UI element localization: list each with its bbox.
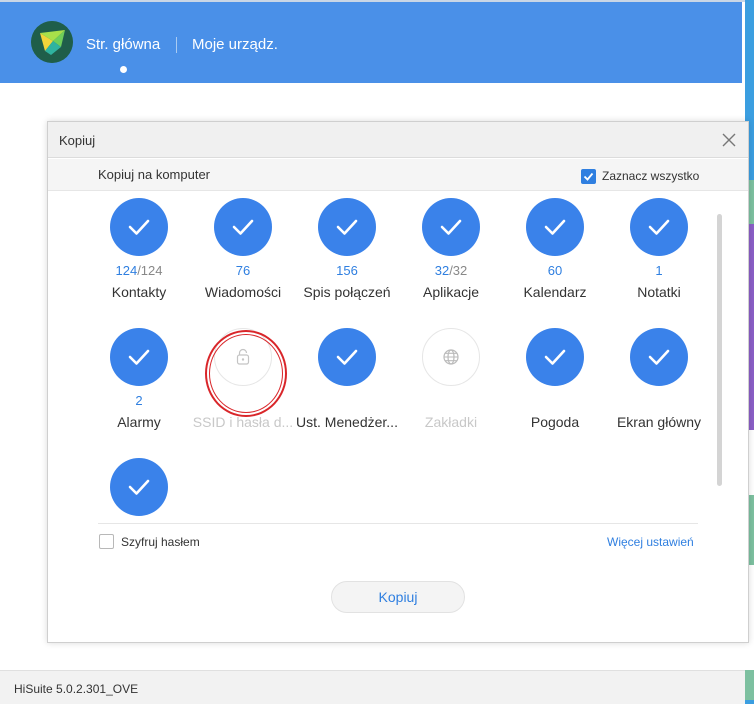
data-type-item-aplikacje[interactable]: 32/32 Aplikacje — [399, 192, 503, 302]
item-count: 1 — [655, 263, 663, 278]
data-type-item-pogoda[interactable]: Pogoda — [503, 322, 607, 432]
red-annotation-circle — [205, 330, 287, 417]
item-count: 124/124 — [115, 263, 163, 278]
encrypt-with-password-checkbox[interactable]: Szyfruj hasłem — [99, 534, 200, 549]
close-icon[interactable] — [720, 131, 738, 149]
item-label: Alarmy — [117, 414, 161, 430]
select-all-label: Zaznacz wszystko — [602, 169, 700, 183]
check-icon[interactable] — [422, 198, 480, 256]
select-all-checkbox[interactable]: Zaznacz wszystko — [581, 167, 699, 185]
check-icon[interactable] — [110, 198, 168, 256]
data-type-item-alarmy[interactable]: 2 Alarmy — [87, 322, 191, 432]
copy-dialog: Kopiuj Kopiuj na komputer Zaznacz wszyst… — [47, 121, 749, 643]
data-type-item-kontakty[interactable]: 124/124 Kontakty — [87, 192, 191, 302]
scrollbar-thumb[interactable] — [717, 214, 722, 486]
data-type-item-zak-adki: Zakładki — [399, 322, 503, 432]
copy-button[interactable]: Kopiuj — [331, 581, 465, 613]
check-icon[interactable] — [110, 458, 168, 516]
item-label: Ekran główny — [616, 414, 702, 430]
item-label: Ust. Menedżer... — [296, 414, 398, 430]
divider — [98, 523, 698, 524]
check-icon[interactable] — [630, 198, 688, 256]
check-icon[interactable] — [214, 198, 272, 256]
item-label: Spis połączeń — [303, 284, 391, 300]
checkbox-checked-icon[interactable] — [581, 168, 596, 184]
data-type-item-spis-po-cze[interactable]: 156 Spis połączeń — [295, 192, 399, 302]
item-label: Zakładki — [424, 414, 478, 430]
data-type-item-kalendarz[interactable]: 60 Kalendarz — [503, 192, 607, 302]
check-icon[interactable] — [110, 328, 168, 386]
item-label: Aplikacje — [422, 284, 480, 300]
item-label: Kalendarz — [523, 284, 587, 300]
item-label: Notatki — [637, 284, 681, 300]
item-count: 76 — [235, 263, 251, 278]
hisuite-logo-icon — [31, 21, 73, 63]
more-settings-link[interactable]: Więcej ustawień — [607, 535, 694, 549]
dialog-title-bar: Kopiuj — [48, 122, 748, 158]
nav-my-devices-tab[interactable]: Moje urządz. — [192, 36, 278, 53]
data-type-item-wiadomo-ci[interactable]: 76 Wiadomości — [191, 192, 295, 302]
status-bar: HiSuite 5.0.2.301_OVE — [0, 670, 745, 704]
dialog-subtitle: Kopiuj na komputer — [98, 167, 211, 182]
globe-icon — [422, 328, 480, 386]
item-count: 2 — [135, 393, 143, 408]
item-label: Kontakty — [111, 284, 167, 300]
nav-home-tab[interactable]: Str. główna — [86, 36, 160, 53]
dialog-subheader: Kopiuj na komputer Zaznacz wszystko — [48, 159, 748, 191]
version-label: HiSuite 5.0.2.301_OVE — [14, 682, 139, 696]
data-type-item-ust-mened-er[interactable]: Ust. Menedżer... — [295, 322, 399, 432]
item-count: 156 — [336, 263, 358, 278]
item-count: 32/32 — [434, 263, 468, 278]
item-label: Wiadomości — [204, 284, 282, 300]
check-icon[interactable] — [526, 328, 584, 386]
data-type-item-notatki[interactable]: 1 Notatki — [607, 192, 711, 302]
active-tab-indicator — [120, 66, 127, 73]
item-label: Pogoda — [530, 414, 580, 430]
app-header: Str. główna Moje urządz. — [0, 2, 742, 83]
check-icon[interactable] — [318, 198, 376, 256]
checkbox-unchecked-icon[interactable] — [99, 534, 114, 549]
nav-separator — [176, 37, 177, 53]
check-icon[interactable] — [318, 328, 376, 386]
data-type-item-ekran-g-wny[interactable]: Ekran główny — [607, 322, 711, 432]
check-icon[interactable] — [526, 198, 584, 256]
check-icon[interactable] — [630, 328, 688, 386]
data-type-grid: 124/124 Kontakty 76 Wiadomości 156 Spis połąc… — [48, 192, 718, 522]
encrypt-label: Szyfruj hasłem — [121, 534, 200, 549]
item-count: 60 — [547, 263, 563, 278]
dialog-title: Kopiuj — [59, 133, 96, 148]
